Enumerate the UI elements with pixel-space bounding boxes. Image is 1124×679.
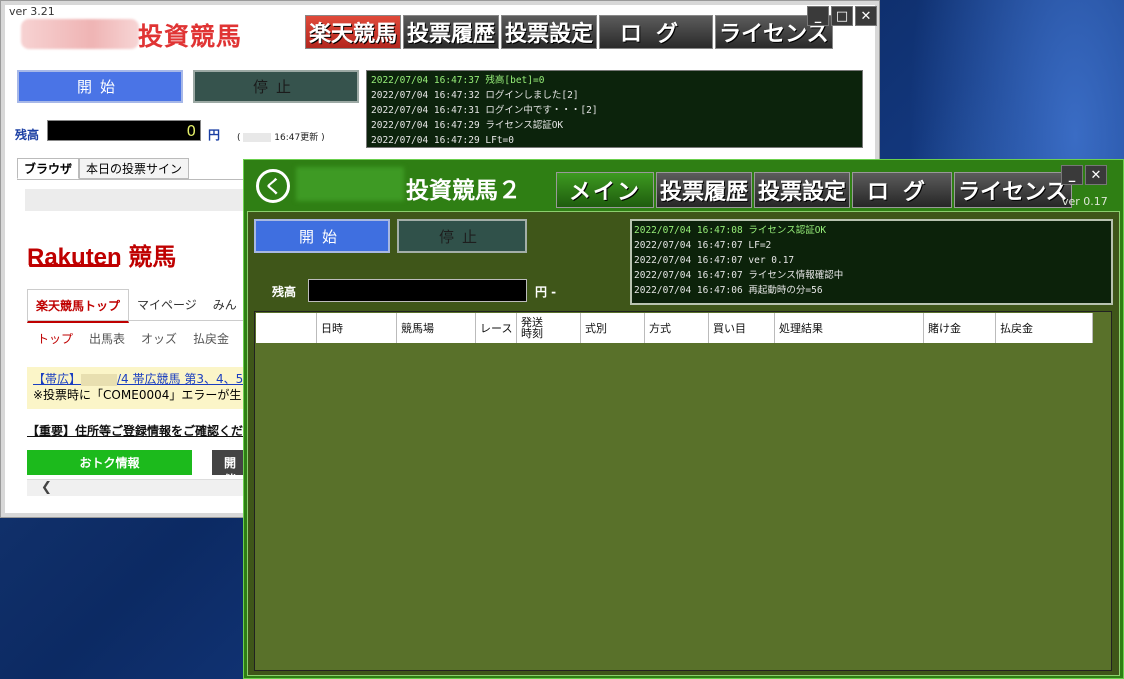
logo-swoosh — [29, 264, 119, 267]
nav-top[interactable]: 楽天競馬トップ — [27, 289, 130, 323]
notice-link[interactable]: 【帯広】 /4 帯広競馬 第3、4、5 — [33, 371, 243, 387]
column-header-race[interactable]: レース — [476, 313, 517, 343]
tab-today-vote-sign[interactable]: 本日の投票サイン — [79, 158, 190, 179]
deals-button[interactable]: おトク情報 — [27, 450, 192, 475]
column-header-racecourse[interactable]: 競馬場 — [397, 313, 476, 343]
site-nav: 楽天競馬トップ マイページ みん — [27, 289, 245, 323]
start-button[interactable]: 開始 — [254, 219, 390, 253]
schedule-button[interactable]: 開催 — [212, 450, 247, 487]
nav-mypage[interactable]: マイページ — [129, 289, 205, 323]
tab-log[interactable]: ログ — [599, 15, 714, 49]
log-line: 2022/07/04 16:47:07 ライセンス情報確認中 — [634, 270, 844, 281]
log-line: 2022/07/04 16:47:37 残高[bet]=0 — [371, 75, 545, 86]
start-button[interactable]: 開始 — [17, 70, 183, 103]
title-blurred-region — [21, 19, 139, 49]
notice-text: ※投票時に「COME0004」エラーが生じ — [33, 388, 247, 402]
app-title: 投資競馬 — [138, 22, 243, 51]
yen-label: 円 — [208, 128, 221, 142]
tab-vote-settings[interactable]: 投票設定 — [501, 15, 598, 49]
stop-button[interactable]: 停止 — [397, 219, 527, 253]
notice-link-suffix[interactable]: /4 帯広競馬 第3、4、5 — [117, 372, 243, 386]
log-line: 2022/07/04 16:47:07 LF=2 — [634, 240, 772, 251]
tab-browser[interactable]: ブラウザ — [17, 158, 80, 179]
tab-vote-history[interactable]: 投票履歴 — [403, 15, 500, 49]
tab-log[interactable]: ログ — [852, 172, 953, 208]
tab-vote-settings[interactable]: 投票設定 — [754, 172, 851, 208]
yen-label: 円 - — [535, 285, 557, 299]
top-tabs: 楽天競馬 投票履歴 投票設定 ログ ライセンス — [305, 15, 833, 49]
log-panel[interactable]: 2022/07/04 16:47:37 残高[bet]=0 2022/07/04… — [366, 70, 863, 148]
app-title: 投資競馬２ — [406, 178, 521, 204]
log-line: 2022/07/04 16:47:08 ライセンス認証OK — [634, 225, 827, 236]
version-label: ver 0.17 — [1062, 195, 1108, 208]
maximize-icon[interactable]: □ — [831, 6, 853, 26]
bet-results-grid[interactable]: 日時 競馬場 レース 発送 時刻 式別 方式 買い目 処理結果 賭け金 払戻金 — [254, 311, 1112, 671]
title-blurred-region — [296, 167, 404, 201]
rakuten-keiba-logo[interactable]: Rakuten 競馬 — [27, 237, 176, 272]
subnav-payout[interactable]: 払戻金 — [193, 330, 229, 347]
scroll-left-icon[interactable]: ❮ — [41, 480, 52, 495]
minimize-icon[interactable]: _ — [1061, 165, 1083, 185]
column-header-selection[interactable]: 買い目 — [709, 313, 775, 343]
sub-nav: トップ 出馬表 オッズ 払戻金 — [37, 330, 229, 347]
column-header-bet-type[interactable]: 式別 — [581, 313, 645, 343]
nav-minna[interactable]: みん — [205, 289, 245, 323]
log-line: 2022/07/04 16:47:32 ログインしました[2] — [371, 90, 579, 101]
subnav-entries[interactable]: 出馬表 — [89, 330, 125, 347]
browser-tabs: ブラウザ 本日の投票サイン — [17, 158, 190, 179]
horizontal-scrollbar[interactable]: ❮ — [27, 479, 247, 496]
close-icon[interactable]: ✕ — [1085, 165, 1107, 185]
subnav-odds[interactable]: オッズ — [141, 330, 177, 347]
log-line: 2022/07/04 16:47:06 再起動時の分=56 — [634, 285, 823, 296]
column-header-stake[interactable]: 賭け金 — [924, 313, 996, 343]
balance-display: 0 — [47, 120, 201, 141]
main-panel: 開始 停止 2022/07/04 16:47:08 ライセンス認証OK 2022… — [247, 211, 1120, 676]
log-line: 2022/07/04 16:47:07 ver 0.17 — [634, 255, 795, 266]
tab-license[interactable]: ライセンス — [954, 172, 1072, 208]
important-link[interactable]: 【重要】住所等ご登録情報をご確認くだ — [27, 422, 243, 439]
log-line: 2022/07/04 16:47:29 ライセンス認証OK — [371, 120, 564, 131]
tab-rakuten-keiba[interactable]: 楽天競馬 — [305, 15, 402, 49]
log-panel[interactable]: 2022/07/04 16:47:08 ライセンス認証OK 2022/07/04… — [630, 219, 1113, 305]
top-tabs: メイン 投票履歴 投票設定 ログ ライセンス — [556, 172, 1072, 208]
subnav-top[interactable]: トップ — [37, 330, 73, 347]
notice-box: 【帯広】 /4 帯広競馬 第3、4、5 ※投票時に「COME0004」エラーが生じ — [27, 367, 247, 409]
balance-display — [308, 279, 527, 302]
log-line: 2022/07/04 16:47:29 LFt=0 — [371, 135, 514, 146]
column-header-rowselect[interactable] — [256, 313, 317, 343]
tab-vote-history[interactable]: 投票履歴 — [656, 172, 753, 208]
nav-divider — [27, 320, 247, 321]
window-controls: _ ✕ — [1061, 165, 1107, 185]
update-text: 16:47更新 ) — [274, 133, 325, 143]
column-header-post-time[interactable]: 発送 時刻 — [517, 313, 581, 343]
column-header-method[interactable]: 方式 — [645, 313, 709, 343]
update-time: ( 16:47更新 ) — [237, 130, 325, 143]
browser-header-bar — [25, 189, 247, 211]
blurred-date — [243, 133, 272, 142]
version-label: ver 3.21 — [9, 5, 55, 18]
column-header-result[interactable]: 処理結果 — [775, 313, 924, 343]
notice-link-prefix[interactable]: 【帯広】 — [33, 372, 81, 386]
update-prefix: ( — [237, 133, 241, 143]
close-icon[interactable]: ✕ — [855, 6, 877, 26]
column-header-datetime[interactable]: 日時 — [317, 313, 397, 343]
main-window-v2: く 投資競馬２ メイン 投票履歴 投票設定 ログ ライセンス _ ✕ ver 0… — [243, 159, 1124, 679]
grid-header: 日時 競馬場 レース 発送 時刻 式別 方式 買い目 処理結果 賭け金 払戻金 — [256, 313, 1093, 343]
app-logo-icon: く — [256, 169, 290, 203]
minimize-icon[interactable]: _ — [807, 6, 829, 26]
column-header-payout[interactable]: 払戻金 — [996, 313, 1093, 343]
stop-button[interactable]: 停止 — [193, 70, 359, 103]
blurred-date — [81, 373, 118, 386]
balance-label: 残高 — [15, 128, 40, 142]
window-controls: _ □ ✕ — [807, 6, 877, 26]
log-line: 2022/07/04 16:47:31 ログイン中です・・・[2] — [371, 105, 598, 116]
tab-main[interactable]: メイン — [556, 172, 655, 208]
balance-label: 残高 — [272, 285, 297, 299]
